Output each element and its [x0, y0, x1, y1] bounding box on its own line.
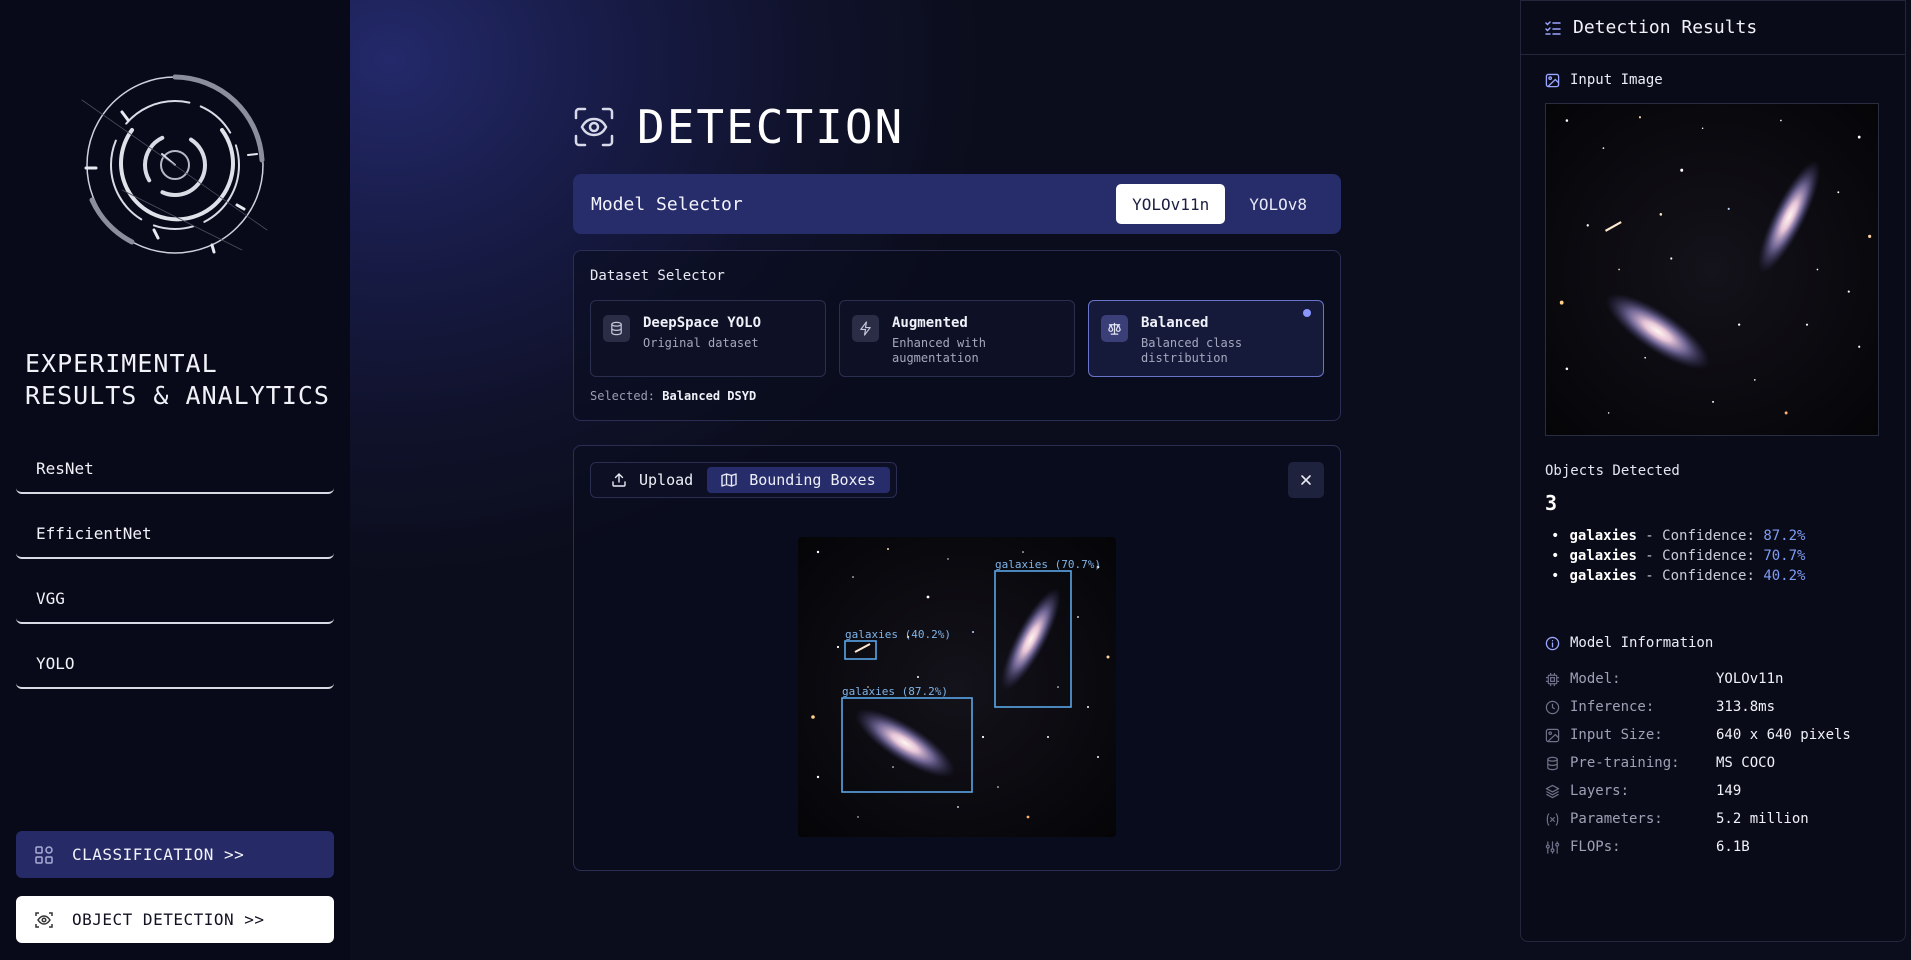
- sliders-icon: [1545, 840, 1560, 854]
- input-image: [1545, 103, 1879, 436]
- results-title: Detection Results: [1573, 17, 1758, 38]
- dataset-name: Balanced: [1141, 315, 1209, 331]
- dataset-desc: Balanced class distribution: [1141, 336, 1243, 365]
- dataset-desc: Enhanced with augmentation: [892, 336, 986, 365]
- info-row-pretraining: Pre-training: MS COCO: [1545, 749, 1885, 777]
- close-icon: [1301, 475, 1311, 485]
- clock-icon: [1545, 700, 1560, 714]
- bbox-label: galaxies (70.7%): [995, 558, 1101, 571]
- model-selector-label: Model Selector: [591, 193, 743, 215]
- dataset-selected-status: Selected: Balanced DSYD: [590, 389, 757, 403]
- info-row-flops: FLOPs: 6.1B: [1545, 833, 1885, 861]
- dataset-card-deepspace[interactable]: DeepSpace YOLO Original dataset: [590, 300, 826, 377]
- dataset-selected-value: Balanced DSYD: [662, 389, 757, 403]
- dataset-selector: Dataset Selector DeepSpace YOLO Original…: [573, 250, 1341, 421]
- sidebar: EXPERIMENTAL RESULTS & ANALYTICS ResNet …: [0, 0, 350, 960]
- selected-indicator: [1303, 309, 1311, 317]
- info-row-layers: Layers: 149: [1545, 777, 1885, 805]
- tab-bounding-boxes[interactable]: Bounding Boxes: [707, 467, 890, 493]
- model-selector: Model Selector YOLOv11n YOLOv8: [573, 174, 1341, 234]
- page-header: DETECTION: [573, 100, 904, 154]
- cpu-icon: [1545, 672, 1560, 686]
- sidebar-nav: ResNet EfficientNet VGG YOLO: [16, 443, 334, 703]
- logo-icon: [81, 74, 268, 254]
- close-button[interactable]: [1288, 462, 1324, 498]
- image-icon: [1545, 728, 1560, 742]
- bbox-label: galaxies (87.2%): [842, 685, 948, 698]
- bbox-label: galaxies (40.2%): [845, 628, 951, 641]
- objects-list: galaxies - Confidence: 87.2% galaxies - …: [1545, 526, 1805, 586]
- classification-label: CLASSIFICATION >>: [72, 845, 245, 864]
- objects-count: 3: [1545, 491, 1558, 515]
- results-header: Detection Results: [1521, 1, 1905, 55]
- input-image-label: Input Image: [1545, 72, 1663, 88]
- detection-workspace: Upload Bounding Boxes galaxies (87.2%) g…: [573, 445, 1341, 871]
- lightning-icon: [860, 321, 871, 336]
- upload-icon: [612, 473, 626, 487]
- nav-item-resnet[interactable]: ResNet: [16, 443, 334, 494]
- dataset-selector-label: Dataset Selector: [590, 268, 725, 284]
- tab-upload[interactable]: Upload: [597, 467, 707, 493]
- image-icon: [1545, 73, 1560, 87]
- info-row-inference: Inference: 313.8ms: [1545, 693, 1885, 721]
- model-info: Model: YOLOv11n Inference: 313.8ms Input S…: [1545, 665, 1885, 861]
- object-detection-button[interactable]: OBJECT DETECTION >>: [16, 896, 334, 943]
- detection-image: galaxies (87.2%) galaxies (70.7%) galaxi…: [798, 537, 1116, 837]
- object-detection-label: OBJECT DETECTION >>: [72, 910, 265, 929]
- model-option-yolov8[interactable]: YOLOv8: [1233, 184, 1323, 224]
- model-option-yolov11n[interactable]: YOLOv11n: [1116, 184, 1226, 224]
- list-checks-icon: [1545, 20, 1561, 35]
- scale-icon: [1108, 322, 1121, 335]
- objects-detected-label: Objects Detected: [1545, 463, 1680, 479]
- layers-icon: [1545, 784, 1560, 798]
- grid-icon: [35, 845, 53, 864]
- dataset-name: DeepSpace YOLO: [643, 315, 762, 331]
- model-information-label: Model Information: [1545, 635, 1713, 651]
- page-title: DETECTION: [637, 100, 905, 154]
- database-icon: [611, 321, 622, 336]
- variable-icon: [1546, 812, 1559, 826]
- scan-eye-icon: [35, 911, 53, 928]
- sidebar-title: EXPERIMENTAL RESULTS & ANALYTICS: [25, 349, 330, 410]
- list-item: galaxies - Confidence: 40.2%: [1545, 566, 1805, 586]
- database-icon: [1547, 756, 1558, 770]
- scan-eye-icon: [574, 107, 614, 147]
- info-row-model: Model: YOLOv11n: [1545, 665, 1885, 693]
- results-panel: Detection Results Input Image Objects De…: [1520, 0, 1911, 960]
- dataset-card-balanced[interactable]: Balanced Balanced class distribution: [1088, 300, 1324, 377]
- info-icon: [1545, 636, 1560, 650]
- info-row-input-size: Input Size: 640 x 640 pixels: [1545, 721, 1885, 749]
- list-item: galaxies - Confidence: 87.2%: [1545, 526, 1805, 546]
- dataset-desc: Original dataset: [643, 336, 759, 350]
- nav-item-yolo[interactable]: YOLO: [16, 638, 334, 689]
- dataset-card-augmented[interactable]: Augmented Enhanced with augmentation: [839, 300, 1075, 377]
- classification-button[interactable]: CLASSIFICATION >>: [16, 831, 334, 878]
- view-tabs: Upload Bounding Boxes: [590, 462, 897, 498]
- dataset-name: Augmented: [892, 315, 968, 331]
- nav-item-vgg[interactable]: VGG: [16, 573, 334, 624]
- info-row-parameters: Parameters: 5.2 million: [1545, 805, 1885, 833]
- nav-item-efficientnet[interactable]: EfficientNet: [16, 508, 334, 559]
- list-item: galaxies - Confidence: 70.7%: [1545, 546, 1805, 566]
- main-content: DETECTION Model Selector YOLOv11n YOLOv8…: [350, 0, 1520, 960]
- map-icon: [721, 473, 737, 487]
